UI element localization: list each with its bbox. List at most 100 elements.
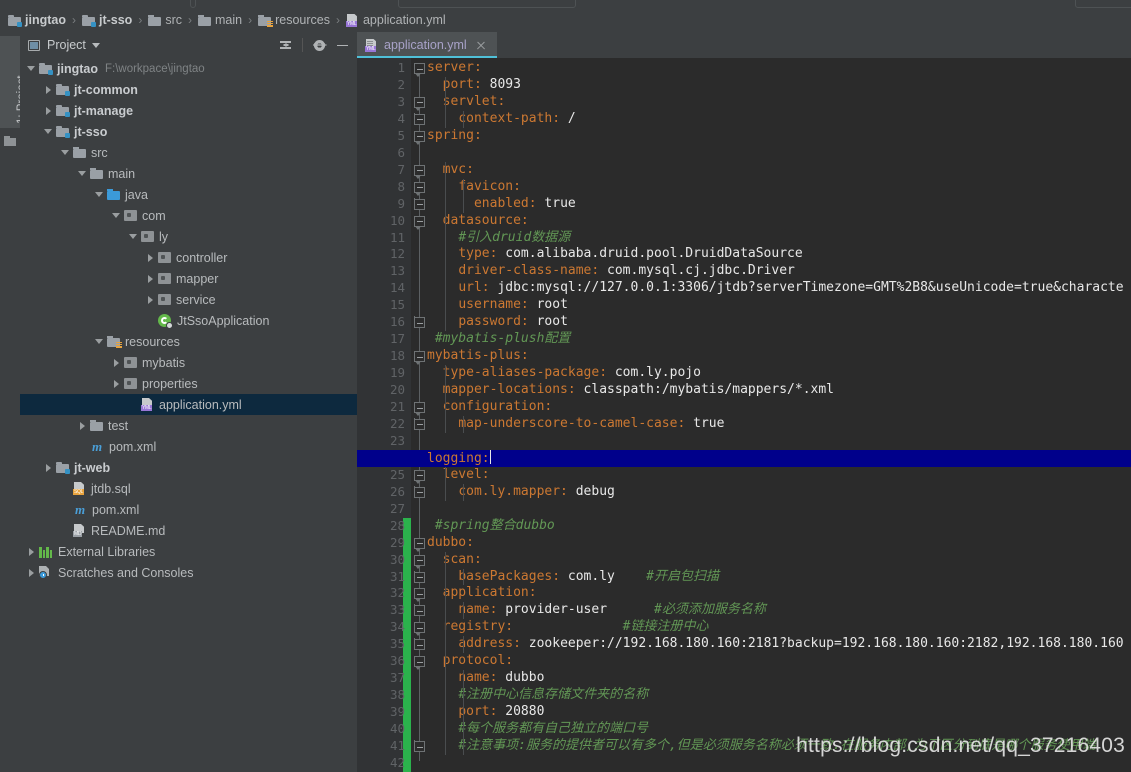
line-number[interactable]: 30 (361, 552, 405, 569)
fold-collapse-icon[interactable] (414, 622, 425, 634)
fold-end-marker[interactable] (414, 112, 425, 125)
line-number[interactable]: 13 (361, 263, 405, 280)
line-number[interactable]: 9 (361, 196, 405, 213)
chevron-right-icon[interactable] (26, 567, 37, 578)
line-number[interactable]: 27 (361, 501, 405, 518)
tool-window-button-project[interactable]: 1: Project (0, 36, 28, 128)
fold-end-marker[interactable] (414, 485, 425, 498)
chevron-down-icon[interactable] (43, 126, 54, 137)
fold-collapse-icon[interactable] (414, 588, 425, 600)
line-number[interactable]: 33 (361, 602, 405, 619)
tree-node[interactable]: java (20, 184, 357, 205)
chevron-down-icon[interactable] (94, 336, 105, 347)
chevron-down-icon[interactable] (91, 42, 100, 48)
tree-node[interactable]: MD README.md (20, 520, 357, 541)
chevron-right-icon[interactable] (111, 357, 122, 368)
tree-node[interactable]: properties (20, 373, 357, 394)
line-number[interactable]: 21 (361, 399, 405, 416)
line-number[interactable]: 18 (361, 348, 405, 365)
chevron-down-icon[interactable] (26, 63, 37, 74)
tree-node[interactable]: SQL jtdb.sql (20, 478, 357, 499)
chevron-right-icon[interactable] (145, 273, 156, 284)
breadcrumb-item-jingtao[interactable]: jingtao (8, 8, 66, 32)
chevron-right-icon[interactable] (145, 294, 156, 305)
line-number-gutter[interactable]: 1234567891011121314151617181920212223242… (357, 58, 411, 772)
line-number[interactable]: 10 (361, 213, 405, 230)
chevron-right-icon[interactable] (111, 378, 122, 389)
tree-node[interactable]: resources (20, 331, 357, 352)
line-number[interactable]: 38 (361, 687, 405, 704)
line-number[interactable]: 23 (361, 433, 405, 450)
collapse-all-icon[interactable] (279, 39, 292, 51)
chevron-right-icon[interactable] (43, 105, 54, 116)
fold-end-marker[interactable] (414, 417, 425, 430)
tree-node[interactable]: test (20, 415, 357, 436)
code-editor[interactable]: 1234567891011121314151617181920212223242… (357, 58, 1131, 772)
line-number[interactable]: 35 (361, 636, 405, 653)
line-number[interactable]: 16 (361, 314, 405, 331)
line-number[interactable]: 26 (361, 484, 405, 501)
line-number[interactable]: 22 (361, 416, 405, 433)
line-number[interactable]: 17 (361, 331, 405, 348)
tree-node[interactable]: ly (20, 226, 357, 247)
fold-collapse-icon[interactable] (414, 402, 425, 413)
line-number[interactable]: 34 (361, 619, 405, 636)
line-number[interactable]: 20 (361, 382, 405, 399)
code-lines[interactable]: server: port: 8093 servlet: context-path… (427, 58, 1131, 772)
tree-node[interactable]: main (20, 163, 357, 184)
tree-node[interactable]: controller (20, 247, 357, 268)
line-number[interactable]: 11 (361, 230, 405, 247)
tree-node[interactable]: src (20, 142, 357, 163)
tree-node[interactable]: mybatis (20, 352, 357, 373)
fold-collapse-icon[interactable] (414, 351, 425, 363)
minimize-icon[interactable] (336, 39, 349, 52)
fold-collapse-icon[interactable] (414, 130, 425, 142)
line-number[interactable]: 39 (361, 704, 405, 721)
tree-node[interactable]: jt-web (20, 457, 357, 478)
fold-collapse-icon[interactable] (414, 164, 425, 176)
fold-end-marker[interactable] (414, 570, 425, 583)
fold-gutter[interactable] (411, 58, 427, 772)
line-number[interactable]: 19 (361, 365, 405, 382)
tree-node[interactable]: Scratches and Consoles (20, 562, 357, 583)
line-number[interactable]: 2 (361, 77, 405, 94)
tree-node-selected[interactable]: YML application.yml (20, 394, 357, 415)
fold-end-marker[interactable] (414, 638, 425, 651)
chevron-right-icon[interactable] (43, 84, 54, 95)
line-number[interactable]: 32 (361, 585, 405, 602)
chevron-down-icon[interactable] (111, 210, 122, 221)
tree-node[interactable]: com (20, 205, 357, 226)
fold-collapse-icon[interactable] (414, 656, 425, 668)
fold-end-marker[interactable] (414, 197, 425, 210)
fold-end-marker[interactable] (414, 740, 425, 752)
fold-collapse-icon[interactable] (414, 96, 425, 108)
close-icon[interactable] (476, 40, 486, 50)
line-number[interactable]: 25 (361, 467, 405, 484)
chevron-right-icon[interactable] (26, 546, 37, 557)
line-number[interactable]: 36 (361, 653, 405, 670)
editor-tab-application-yml[interactable]: YML application.yml (357, 32, 497, 58)
line-number[interactable]: 28 (361, 518, 405, 535)
tree-node[interactable]: m pom.xml (20, 499, 357, 520)
line-number[interactable]: 3 (361, 94, 405, 111)
fold-collapse-icon[interactable] (414, 181, 425, 193)
breadcrumb-item-src[interactable]: src (148, 8, 182, 32)
chevron-down-icon[interactable] (60, 147, 71, 158)
tree-node[interactable]: jingtao F:\workpace\jingtao (20, 58, 357, 79)
tree-node[interactable]: jt-manage (20, 100, 357, 121)
fold-collapse-icon[interactable] (414, 554, 425, 566)
tree-node[interactable]: mapper (20, 268, 357, 289)
line-number[interactable]: 37 (361, 670, 405, 687)
chevron-right-icon[interactable] (145, 252, 156, 263)
chevron-right-icon[interactable] (43, 462, 54, 473)
tree-node[interactable]: External Libraries (20, 541, 357, 562)
tree-node[interactable]: jt-common (20, 79, 357, 100)
tree-node[interactable]: JtSsoApplication (20, 310, 357, 331)
line-number[interactable]: 1 (361, 60, 405, 77)
line-number[interactable]: 40 (361, 721, 405, 738)
line-number[interactable]: 15 (361, 297, 405, 314)
fold-collapse-icon[interactable] (414, 63, 425, 74)
chevron-right-icon[interactable] (77, 420, 88, 431)
line-number[interactable]: 8 (361, 179, 405, 196)
chevron-down-icon[interactable] (128, 231, 139, 242)
